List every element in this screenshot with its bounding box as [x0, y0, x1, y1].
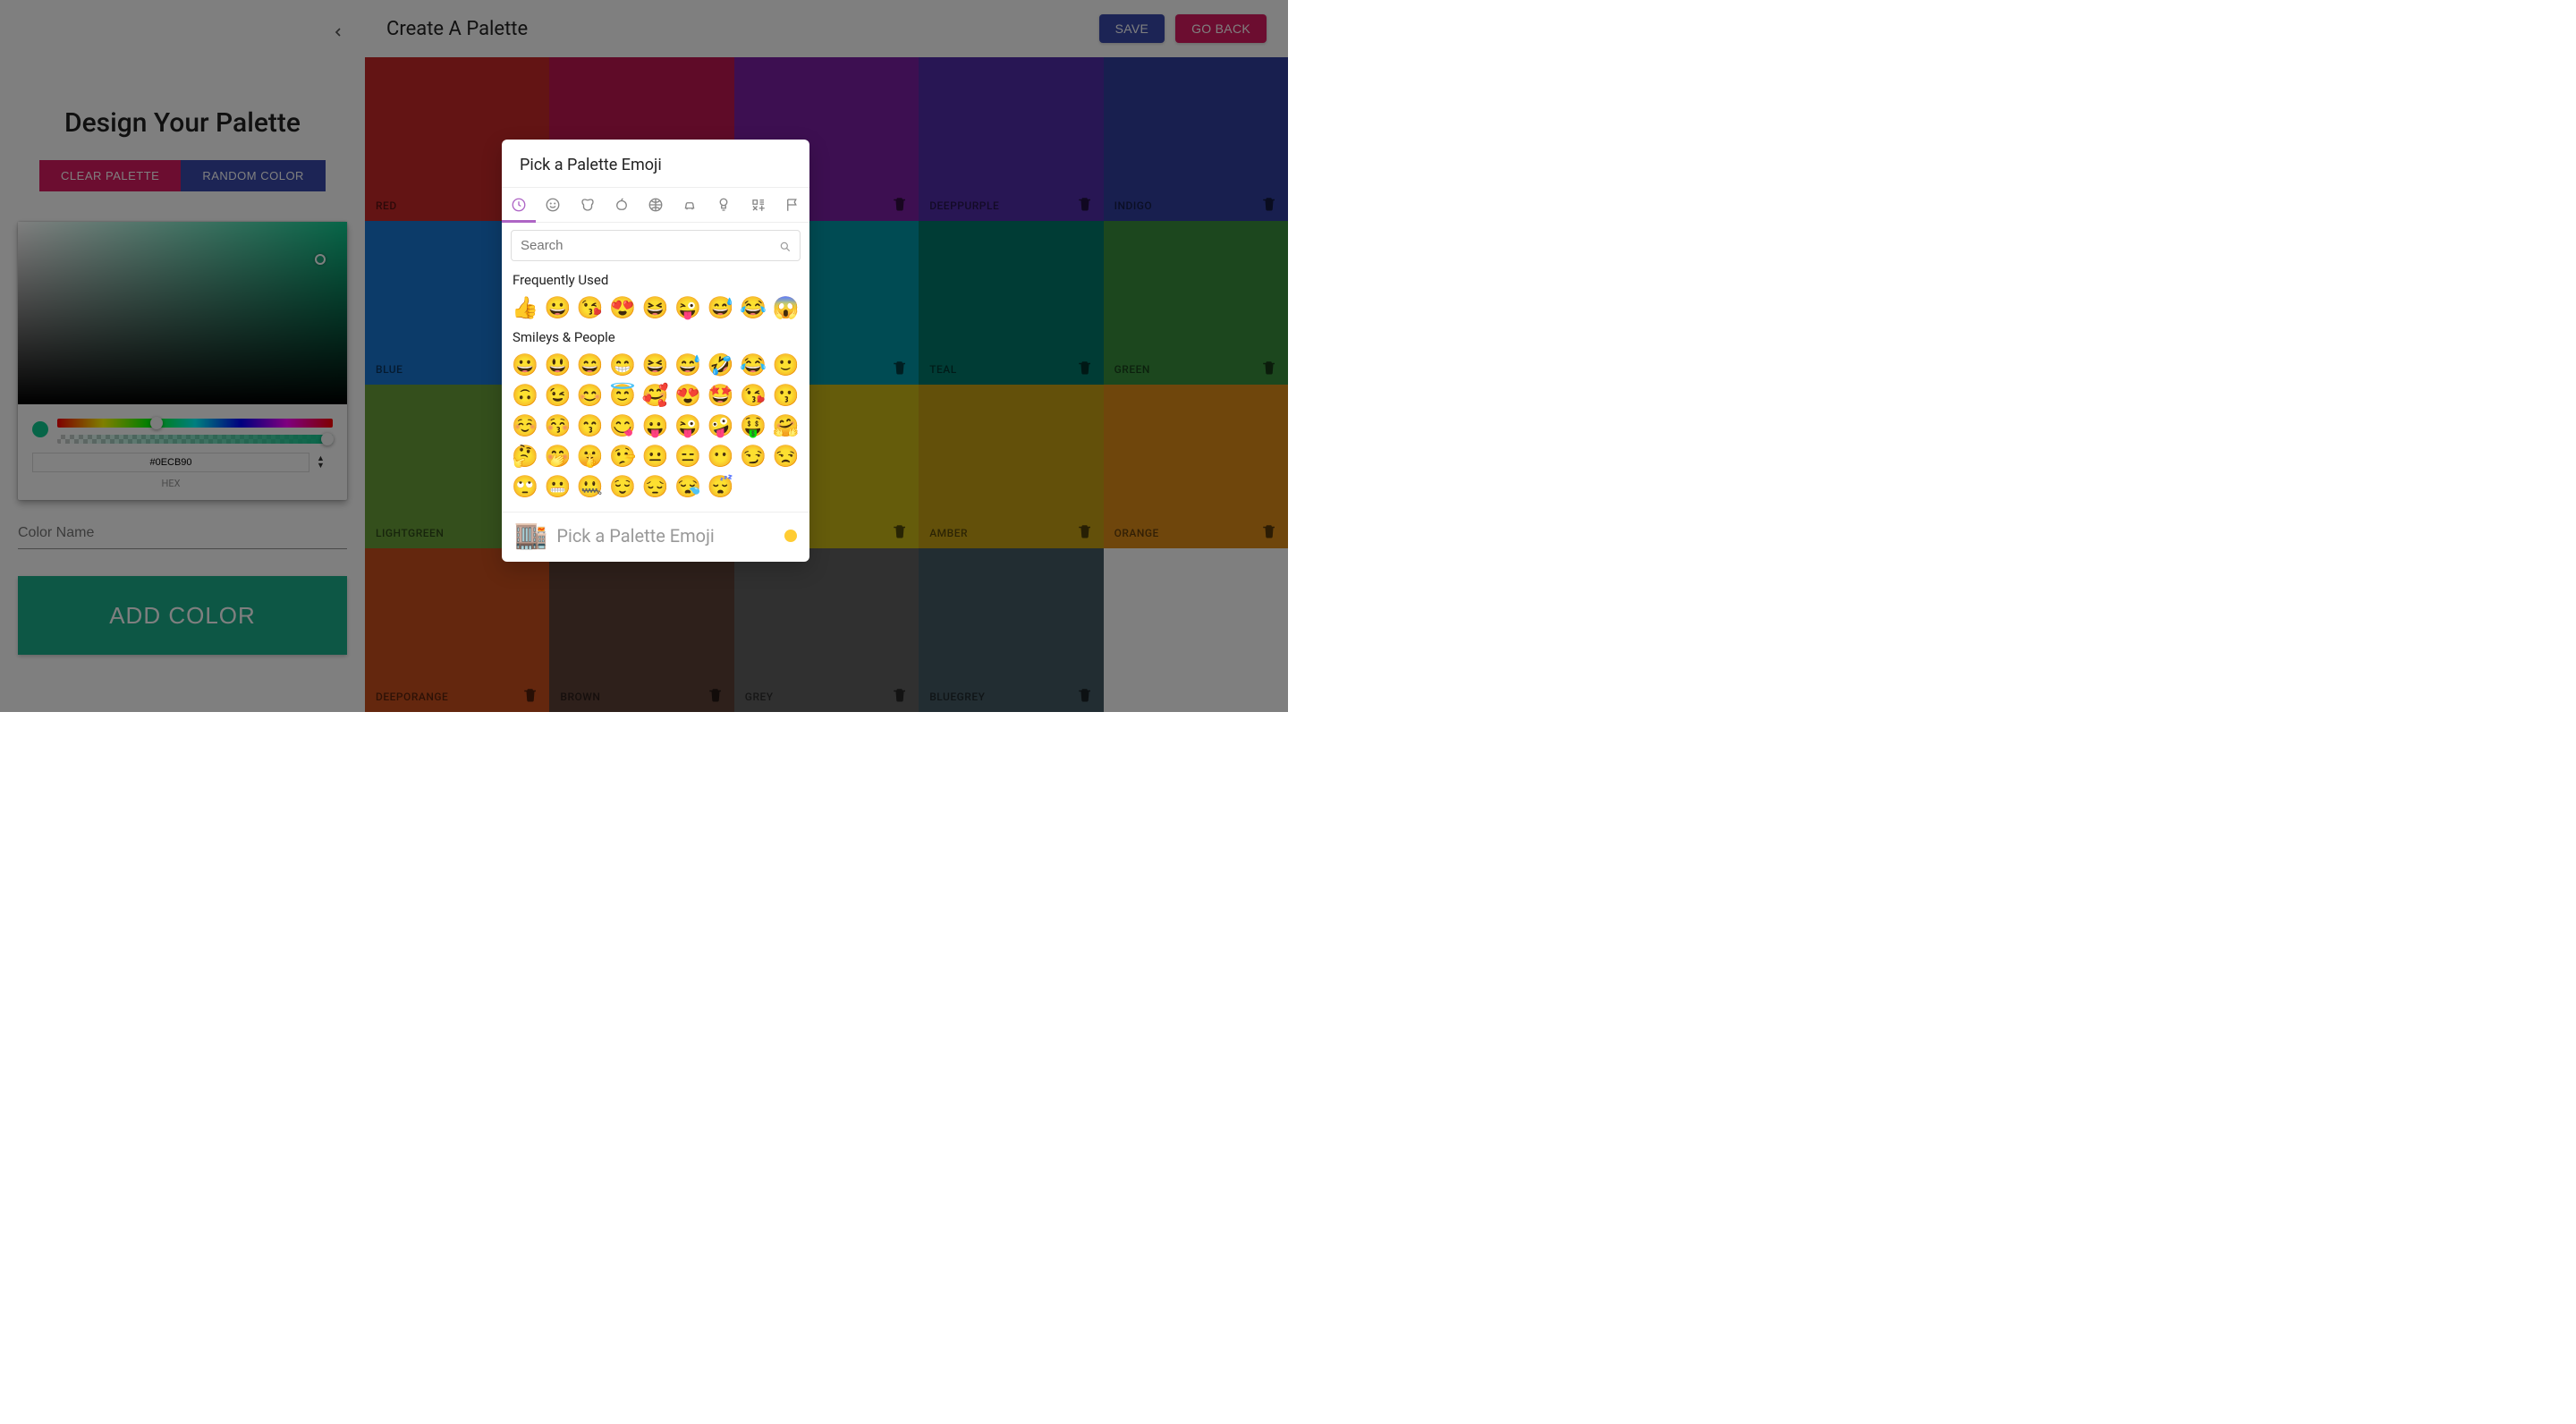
emoji-item[interactable]: 😂: [739, 351, 767, 379]
emoji-search-input[interactable]: [511, 230, 801, 261]
emoji-item[interactable]: 😴: [707, 472, 735, 501]
emoji-footer: 🏬 Pick a Palette Emoji: [502, 512, 809, 562]
emoji-item[interactable]: 😘: [739, 381, 767, 410]
tab-food-icon[interactable]: [605, 188, 639, 222]
emoji-item[interactable]: 😑: [674, 442, 702, 470]
emoji-item[interactable]: 😆: [641, 351, 670, 379]
emoji-modal-title: Pick a Palette Emoji: [502, 140, 809, 187]
footer-text: Pick a Palette Emoji: [556, 525, 775, 547]
emoji-item[interactable]: 😅: [674, 351, 702, 379]
emoji-item[interactable]: 🙂: [772, 351, 801, 379]
emoji-item[interactable]: 😗: [772, 381, 801, 410]
tab-travel-icon[interactable]: [673, 188, 707, 222]
emoji-item[interactable]: 😜: [674, 411, 702, 440]
tab-recent-icon[interactable]: [502, 188, 536, 222]
emoji-item[interactable]: 😆: [641, 293, 670, 322]
emoji-item[interactable]: 🤥: [608, 442, 637, 470]
emoji-item[interactable]: 😏: [739, 442, 767, 470]
emoji-item[interactable]: 😪: [674, 472, 702, 501]
emoji-item[interactable]: 😱: [772, 293, 801, 322]
emoji-item[interactable]: 😅: [707, 293, 735, 322]
emoji-item[interactable]: 😂: [739, 293, 767, 322]
emoji-item[interactable]: 🤐: [576, 472, 605, 501]
smileys-grid: 😀😃😄😁😆😅🤣😂🙂 🙃😉😊😇🥰😍🤩😘😗 ☺️😚😙😋😛😜🤪🤑🤗 🤔🤭🤫🤥😐😑😶😏😒 🙄😬🤐…: [511, 351, 801, 504]
tab-objects-icon[interactable]: [707, 188, 741, 222]
emoji-category-tabs: [502, 187, 809, 223]
emoji-item[interactable]: 🤪: [707, 411, 735, 440]
frequently-used-grid: 👍😀😘😍😆😜😅😂😱: [511, 293, 801, 326]
emoji-item[interactable]: 👍: [511, 293, 539, 322]
tab-flags-icon[interactable]: [775, 188, 809, 222]
emoji-item[interactable]: 😌: [608, 472, 637, 501]
emoji-picker-modal: Pick a Palette Emoji: [502, 140, 809, 562]
emoji-item[interactable]: 😀: [543, 293, 572, 322]
emoji-item[interactable]: 🙃: [511, 381, 539, 410]
emoji-item[interactable]: 😙: [576, 411, 605, 440]
tab-animals-icon[interactable]: [570, 188, 604, 222]
emoji-item[interactable]: 😘: [576, 293, 605, 322]
footer-emoji-preview: 🏬: [514, 520, 547, 551]
emoji-item[interactable]: 😜: [674, 293, 702, 322]
smileys-heading: Smileys & People: [511, 326, 801, 351]
frequently-used-heading: Frequently Used: [511, 268, 801, 293]
emoji-item[interactable]: 😀: [511, 351, 539, 379]
tab-activity-icon[interactable]: [639, 188, 673, 222]
emoji-item[interactable]: 🤫: [576, 442, 605, 470]
emoji-item[interactable]: 🥰: [641, 381, 670, 410]
emoji-item[interactable]: 😬: [543, 472, 572, 501]
emoji-item[interactable]: 😍: [608, 293, 637, 322]
emoji-item[interactable]: 😍: [674, 381, 702, 410]
skin-tone-dot-icon[interactable]: [784, 530, 797, 542]
emoji-item[interactable]: 😄: [576, 351, 605, 379]
emoji-item[interactable]: 😁: [608, 351, 637, 379]
tab-symbols-icon[interactable]: [741, 188, 775, 222]
emoji-item[interactable]: 🤭: [543, 442, 572, 470]
emoji-item[interactable]: 😒: [772, 442, 801, 470]
emoji-item[interactable]: ☺️: [511, 411, 539, 440]
emoji-item[interactable]: 🤩: [707, 381, 735, 410]
emoji-item[interactable]: 🤑: [739, 411, 767, 440]
emoji-item[interactable]: 🙄: [511, 472, 539, 501]
emoji-item[interactable]: 🤔: [511, 442, 539, 470]
search-icon: [779, 240, 792, 252]
emoji-item[interactable]: 😃: [543, 351, 572, 379]
emoji-item[interactable]: 🤗: [772, 411, 801, 440]
tab-smileys-icon[interactable]: [536, 188, 570, 222]
emoji-item[interactable]: 😉: [543, 381, 572, 410]
emoji-item[interactable]: 😛: [641, 411, 670, 440]
emoji-item[interactable]: 😶: [707, 442, 735, 470]
emoji-item[interactable]: 😊: [576, 381, 605, 410]
emoji-item[interactable]: 😐: [641, 442, 670, 470]
emoji-item[interactable]: 🤣: [707, 351, 735, 379]
emoji-item[interactable]: 😔: [641, 472, 670, 501]
emoji-item[interactable]: 😚: [543, 411, 572, 440]
emoji-item[interactable]: 😋: [608, 411, 637, 440]
emoji-item[interactable]: 😇: [608, 381, 637, 410]
